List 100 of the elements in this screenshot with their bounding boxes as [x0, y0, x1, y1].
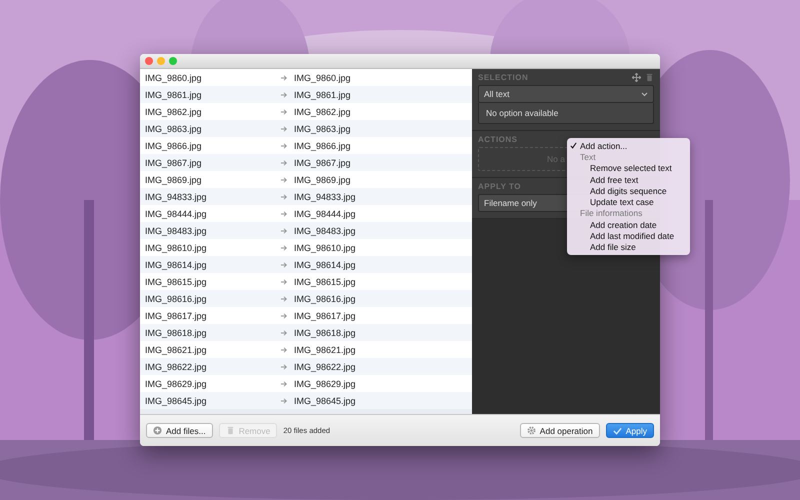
- original-filename: IMG_98645.jpg: [144, 396, 208, 406]
- file-row[interactable]: IMG_98610.jpg IMG_98610.jpg: [140, 239, 472, 256]
- arrow-icon: [280, 312, 288, 320]
- add-operation-button[interactable]: Add operation: [520, 423, 600, 438]
- options-text: No option available: [478, 103, 654, 124]
- arrow-icon: [280, 328, 288, 336]
- renamed-filename: IMG_9866.jpg: [294, 140, 351, 150]
- renamed-filename: IMG_98616.jpg: [294, 294, 356, 304]
- original-filename: IMG_9863.jpg: [144, 124, 203, 134]
- renamed-filename: IMG_98645.jpg: [294, 396, 356, 406]
- renamed-filename: IMG_9862.jpg: [294, 106, 351, 116]
- file-row[interactable]: IMG_98444.jpg IMG_98444.jpg: [140, 205, 472, 222]
- original-filename: IMG_98614.jpg: [144, 260, 208, 270]
- menu-item[interactable]: Add free text: [567, 174, 690, 186]
- trash-icon: [645, 73, 654, 82]
- renamed-filename: IMG_9860.jpg: [294, 72, 351, 82]
- renamed-filename: IMG_98614.jpg: [294, 260, 356, 270]
- renamed-filename: IMG_98615.jpg: [294, 276, 356, 286]
- zoom-button[interactable]: [169, 57, 177, 65]
- file-row[interactable]: IMG_9861.jpg IMG_9861.jpg: [140, 86, 472, 103]
- file-row[interactable]: IMG_98645.jpg IMG_98645.jpg: [140, 392, 472, 409]
- renamed-filename: IMG_98629.jpg: [294, 378, 356, 388]
- menu-section-header: Text: [579, 151, 597, 163]
- original-filename: IMG_9860.jpg: [144, 72, 203, 82]
- arrow-icon: [280, 142, 288, 150]
- apply-button[interactable]: Apply: [606, 423, 654, 438]
- check-icon: [612, 426, 622, 434]
- menu-item[interactable]: Add creation date: [567, 219, 690, 230]
- original-filename: IMG_98622.jpg: [144, 362, 208, 372]
- original-filename: IMG_98610.jpg: [144, 242, 208, 252]
- file-row[interactable]: IMG_98483.jpg IMG_98483.jpg: [140, 222, 472, 239]
- arrow-icon: [280, 176, 288, 184]
- renamed-filename: IMG_98444.jpg: [294, 208, 356, 218]
- gear-icon: [526, 426, 536, 435]
- arrow-icon: [280, 396, 288, 404]
- original-filename: IMG_98444.jpg: [144, 208, 208, 218]
- selection-dropdown[interactable]: All text: [478, 85, 654, 103]
- renamed-filename: IMG_94833.jpg: [294, 192, 356, 202]
- file-row[interactable]: IMG_98616.jpg IMG_98616.jpg: [140, 290, 472, 307]
- close-button[interactable]: [145, 57, 153, 65]
- renamed-filename: IMG_98622.jpg: [294, 362, 356, 372]
- add-files-button[interactable]: Add files...: [146, 423, 213, 438]
- arrow-icon: [280, 294, 288, 302]
- file-row[interactable]: IMG_98618.jpg IMG_98618.jpg: [140, 324, 472, 341]
- arrow-icon: [280, 346, 288, 354]
- arrow-icon: [280, 278, 288, 286]
- renamed-filename: IMG_9861.jpg: [294, 90, 351, 100]
- original-filename: IMG_98615.jpg: [144, 276, 208, 286]
- move-icon[interactable]: [632, 73, 641, 82]
- original-filename: IMG_98618.jpg: [144, 328, 208, 338]
- arrow-icon: [280, 74, 288, 82]
- menu-item[interactable]: Add last modified date: [567, 230, 690, 242]
- file-row[interactable]: IMG_9867.jpg IMG_9867.jpg: [140, 154, 472, 171]
- original-filename: IMG_98621.jpg: [144, 344, 208, 354]
- arrow-icon: [280, 108, 288, 116]
- original-filename: IMG_9862.jpg: [144, 106, 203, 116]
- file-row[interactable]: IMG_9866.jpg IMG_9866.jpg: [140, 137, 472, 154]
- file-row[interactable]: IMG_94833.jpg IMG_94833.jpg: [140, 188, 472, 205]
- arrow-icon: [280, 260, 288, 268]
- arrow-icon: [280, 244, 288, 252]
- arrow-icon: [280, 124, 288, 132]
- arrow-icon: [280, 210, 288, 218]
- file-row[interactable]: IMG_98629.jpg IMG_98629.jpg: [140, 375, 472, 392]
- original-filename: IMG_9866.jpg: [144, 140, 203, 150]
- menu-item[interactable]: Add digits sequence: [567, 185, 690, 196]
- arrow-icon: [280, 90, 288, 98]
- file-row[interactable]: IMG_98617.jpg IMG_98617.jpg: [140, 307, 472, 324]
- original-filename: IMG_98629.jpg: [144, 378, 208, 388]
- original-filename: IMG_9867.jpg: [144, 158, 203, 168]
- file-row[interactable]: IMG_98622.jpg IMG_98622.jpg: [140, 358, 472, 375]
- menu-item[interactable]: Add file size: [567, 242, 690, 253]
- file-row[interactable]: IMG_9862.jpg IMG_9862.jpg: [140, 103, 472, 120]
- arrow-icon: [280, 362, 288, 370]
- renamed-filename: IMG_98617.jpg: [294, 310, 356, 320]
- file-row[interactable]: IMG_98615.jpg IMG_98615.jpg: [140, 273, 472, 290]
- original-filename: IMG_94833.jpg: [144, 192, 208, 202]
- arrow-icon: [280, 192, 288, 200]
- original-filename: IMG_98483.jpg: [144, 226, 208, 236]
- renamed-filename: IMG_98483.jpg: [294, 226, 356, 236]
- file-row[interactable]: IMG_98614.jpg IMG_98614.jpg: [140, 256, 472, 273]
- check-icon: [570, 142, 577, 150]
- arrow-icon: [280, 380, 288, 388]
- file-row[interactable]: IMG_9860.jpg IMG_9860.jpg: [140, 69, 472, 86]
- renamed-filename: IMG_9869.jpg: [294, 174, 351, 184]
- arrow-icon: [280, 158, 288, 166]
- file-row[interactable]: IMG_9863.jpg IMG_9863.jpg: [140, 120, 472, 137]
- original-filename: IMG_9869.jpg: [144, 174, 203, 184]
- file-row[interactable]: IMG_9869.jpg IMG_9869.jpg: [140, 171, 472, 188]
- plus-icon: [153, 426, 162, 435]
- trash-icon: [226, 426, 235, 435]
- arrow-icon: [280, 226, 288, 234]
- minimize-button[interactable]: [157, 57, 165, 65]
- original-filename: IMG_98616.jpg: [144, 294, 208, 304]
- original-filename: IMG_98617.jpg: [144, 310, 208, 320]
- file-row[interactable]: IMG_98621.jpg IMG_98621.jpg: [140, 341, 472, 358]
- renamed-filename: IMG_9867.jpg: [294, 158, 351, 168]
- renamed-filename: IMG_98610.jpg: [294, 242, 356, 252]
- renamed-filename: IMG_9863.jpg: [294, 124, 351, 134]
- renamed-filename: IMG_98618.jpg: [294, 328, 356, 338]
- renamed-filename: IMG_98621.jpg: [294, 344, 356, 354]
